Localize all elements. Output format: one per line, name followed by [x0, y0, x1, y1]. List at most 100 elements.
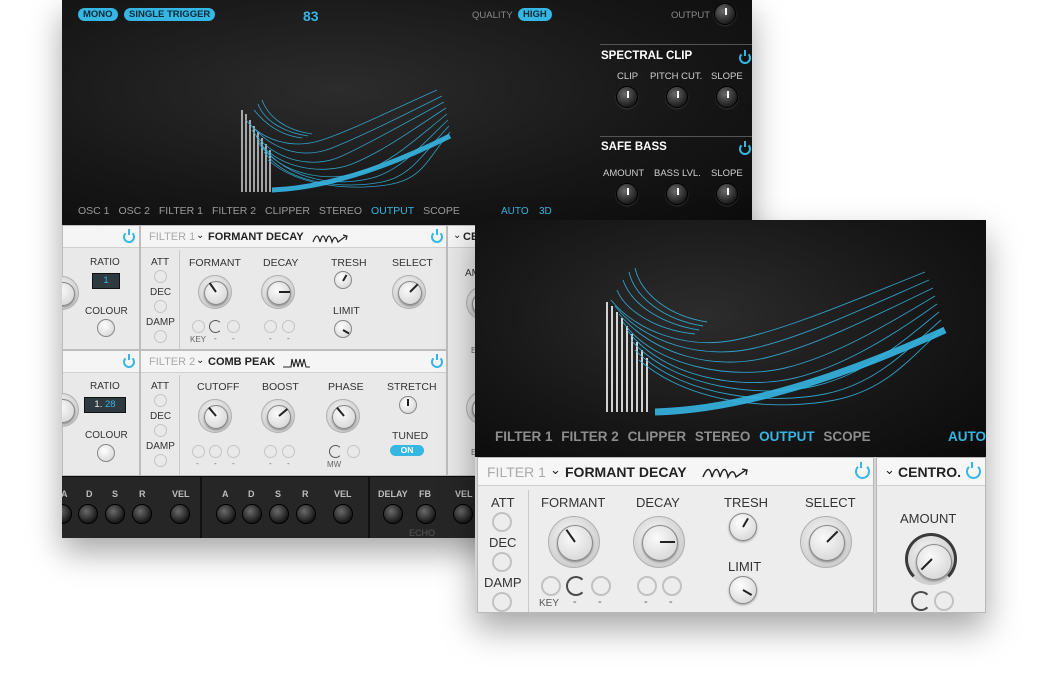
tab-output[interactable]: OUTPUT [759, 429, 815, 444]
dec-mod-slot[interactable] [492, 552, 512, 572]
phase-knob[interactable] [326, 399, 360, 433]
formant-knob[interactable] [548, 516, 600, 568]
tab-output[interactable]: OUTPUT [371, 205, 414, 217]
3d-toggle[interactable]: 3D [539, 206, 552, 217]
mod-slot[interactable] [911, 591, 931, 611]
bass-lvl-knob[interactable] [666, 183, 688, 205]
centro-title[interactable]: CENTRO. [898, 464, 961, 480]
filter1-type[interactable]: FORMANT DECAY [565, 464, 687, 480]
auto-toggle[interactable]: AUTO [948, 429, 986, 444]
mod-slot[interactable] [541, 576, 561, 596]
mod-slot[interactable] [209, 320, 222, 333]
att-mod-slot[interactable] [154, 270, 167, 283]
sustain-knob[interactable] [105, 504, 125, 524]
select-knob[interactable] [392, 275, 426, 309]
damp-mod-slot[interactable] [154, 330, 167, 343]
dec-mod-slot[interactable] [154, 424, 167, 437]
tab-stereo[interactable]: STEREO [695, 429, 751, 444]
mod-slot[interactable] [347, 445, 360, 458]
filter1-power-icon[interactable] [431, 229, 443, 243]
tab-filter1[interactable]: FILTER 1 [495, 429, 553, 444]
mod-slot[interactable] [637, 576, 657, 596]
tab-scope[interactable]: SCOPE [423, 205, 460, 217]
partial-knob[interactable] [62, 393, 79, 427]
tresh-knob[interactable] [729, 513, 757, 541]
ratio-display[interactable]: 1. 28 [84, 397, 126, 413]
mod-slot[interactable] [591, 576, 611, 596]
mod-slot[interactable] [662, 576, 682, 596]
velocity-knob[interactable] [170, 504, 190, 524]
tab-filter1[interactable]: FILTER 1 [159, 205, 203, 217]
tab-osc1[interactable]: OSC 1 [78, 205, 110, 217]
filter1-power-icon[interactable] [855, 462, 870, 479]
tab-filter2[interactable]: FILTER 2 [212, 205, 256, 217]
tab-filter2[interactable]: FILTER 2 [561, 429, 619, 444]
spectral-slope-knob[interactable] [716, 86, 738, 108]
mod-slot[interactable] [264, 445, 277, 458]
limit-knob[interactable] [334, 320, 352, 338]
tab-stereo[interactable]: STEREO [319, 205, 362, 217]
release-knob[interactable] [296, 504, 316, 524]
mod-slot[interactable] [227, 445, 240, 458]
tab-clipper[interactable]: CLIPPER [628, 429, 687, 444]
colour-knob[interactable] [97, 444, 115, 462]
decay-knob[interactable] [78, 504, 98, 524]
tresh-knob[interactable] [334, 271, 352, 289]
colour-knob[interactable] [97, 319, 115, 337]
mod-slot[interactable] [282, 445, 295, 458]
select-knob[interactable] [800, 516, 852, 568]
mod-slot[interactable] [329, 445, 342, 458]
sustain-knob[interactable] [269, 504, 289, 524]
velocity-knob[interactable] [333, 504, 353, 524]
stretch-knob[interactable] [399, 396, 417, 414]
partial-knob[interactable] [62, 276, 79, 310]
single-trigger-toggle[interactable]: SINGLE TRIGGER [124, 8, 216, 21]
pitch-cut-knob[interactable] [666, 86, 688, 108]
filter2-power-icon[interactable] [431, 354, 443, 368]
att-mod-slot[interactable] [154, 394, 167, 407]
mod-slot[interactable] [209, 445, 222, 458]
bass-amount-knob[interactable] [616, 183, 638, 205]
attack-knob[interactable] [216, 504, 236, 524]
limit-knob[interactable] [729, 576, 757, 604]
boost-knob[interactable] [261, 399, 295, 433]
decay-knob[interactable] [261, 275, 295, 309]
power-icon[interactable] [123, 229, 135, 243]
centro-power-icon[interactable] [966, 462, 981, 479]
tab-osc2[interactable]: OSC 2 [118, 205, 150, 217]
chevron-down-icon[interactable]: ⌄ [550, 462, 561, 478]
power-icon[interactable] [123, 354, 135, 368]
bass-slope-knob[interactable] [716, 183, 738, 205]
damp-mod-slot[interactable] [492, 592, 512, 612]
mod-slot[interactable] [192, 320, 205, 333]
feedback-knob[interactable] [416, 504, 436, 524]
mod-slot[interactable] [934, 591, 954, 611]
mono-toggle[interactable]: MONO [78, 8, 118, 21]
tuned-toggle[interactable]: ON [390, 445, 424, 456]
quality-selector[interactable]: HIGH [518, 8, 552, 21]
mod-slot[interactable] [264, 320, 277, 333]
chevron-down-icon[interactable]: ⌄ [196, 355, 204, 366]
chevron-down-icon[interactable]: ⌄ [884, 462, 895, 478]
cutoff-knob[interactable] [198, 399, 232, 433]
decay-knob[interactable] [242, 504, 262, 524]
ratio-value[interactable]: 1 [92, 273, 120, 289]
auto-toggle[interactable]: AUTO [501, 206, 529, 217]
att-mod-slot[interactable] [492, 512, 512, 532]
delay-knob[interactable] [383, 504, 403, 524]
amount-knob[interactable] [905, 533, 957, 585]
attack-knob[interactable] [62, 504, 72, 524]
decay-knob[interactable] [633, 516, 685, 568]
tab-clipper[interactable]: CLIPPER [265, 205, 310, 217]
mod-slot[interactable] [227, 320, 240, 333]
filter2-type[interactable]: COMB PEAK [208, 356, 275, 368]
chevron-down-icon[interactable]: ⌄ [453, 230, 461, 241]
safe-bass-power-icon[interactable] [739, 141, 751, 155]
mod-slot[interactable] [282, 320, 295, 333]
filter1-type[interactable]: FORMANT DECAY [208, 231, 304, 243]
dec-mod-slot[interactable] [154, 300, 167, 313]
formant-knob[interactable] [198, 275, 232, 309]
mod-slot[interactable] [192, 445, 205, 458]
tab-scope[interactable]: SCOPE [823, 429, 870, 444]
damp-mod-slot[interactable] [154, 454, 167, 467]
